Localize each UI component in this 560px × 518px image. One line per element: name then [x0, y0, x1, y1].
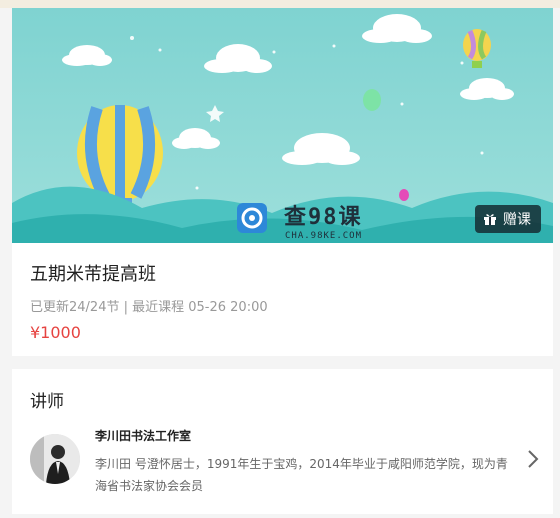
banner-illustration	[12, 8, 553, 243]
chevron-right-icon[interactable]	[527, 449, 539, 469]
course-title: 五期米芾提高班	[30, 264, 156, 285]
course-info-card: 五期米芾提高班 已更新24/24节 | 最近课程 05-26 20:00 ¥10…	[12, 243, 553, 356]
gift-course-button[interactable]: 赠课	[475, 205, 541, 233]
teacher-description: 李川田 号澄怀居士，1991年生于宝鸡，2014年毕业于咸阳师范学院，现为青海省…	[95, 457, 508, 493]
gift-label: 赠课	[503, 212, 531, 228]
course-meta: 已更新24/24节 | 最近课程 05-26 20:00	[30, 300, 268, 315]
teacher-card[interactable]: 讲师 李川田书法工作室 李川田 号澄怀居士，1991年生于宝鸡，2014年毕业于…	[12, 369, 553, 514]
watermark-url: CHA.98KE.COM	[285, 231, 363, 241]
section-title: 讲师	[30, 392, 64, 412]
top-strip	[0, 0, 560, 8]
gift-icon	[484, 214, 496, 225]
course-price: ¥1000	[30, 323, 81, 342]
watermark-title: 查98课	[284, 205, 363, 230]
teacher-name: 李川田书法工作室	[95, 429, 192, 443]
avatar	[30, 434, 80, 484]
course-banner[interactable]: 查98课 CHA.98KE.COM 赠课	[12, 8, 553, 243]
cha98ke-logo-icon	[237, 203, 267, 233]
